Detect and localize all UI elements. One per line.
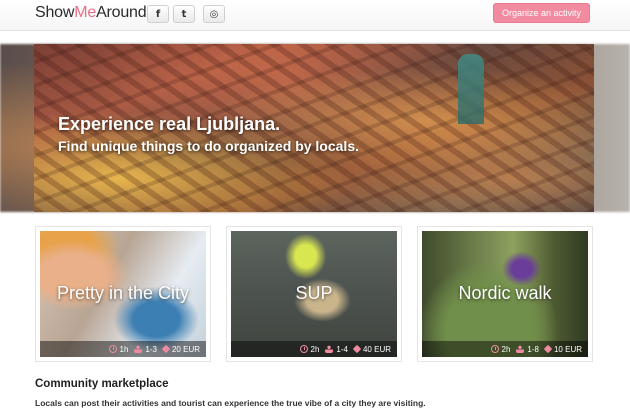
marketplace-title: Community marketplace xyxy=(35,378,169,390)
group-size-value: 1-3 xyxy=(145,344,157,354)
group-size-value: 1-4 xyxy=(336,344,348,354)
tag-icon xyxy=(352,344,362,354)
instagram-icon: ◎ xyxy=(209,8,219,20)
organize-activity-button[interactable]: Organize an activity xyxy=(493,3,590,23)
hero-banner: Experience real Ljubljana. Find unique t… xyxy=(34,44,594,212)
twitter-button[interactable]: t xyxy=(173,5,195,23)
activity-image: SUP 2h 1-4 40 EUR xyxy=(231,231,397,357)
hero-subtitle: Find unique things to do organized by lo… xyxy=(58,138,359,154)
hero-tower-shape xyxy=(458,54,484,124)
hero-title: Experience real Ljubljana. xyxy=(58,114,281,134)
logo-me: Me xyxy=(74,4,97,21)
logo-show: Show xyxy=(35,4,75,21)
duration: 1h xyxy=(108,344,129,354)
duration-value: 2h xyxy=(501,344,511,354)
duration-value: 1h xyxy=(119,344,129,354)
facebook-button[interactable]: f xyxy=(147,5,169,23)
activity-title: Pretty in the City xyxy=(56,283,190,303)
activity-image: Pretty in the City 1h 1-3 20 EUR xyxy=(40,231,206,357)
person-icon xyxy=(516,345,525,353)
activity-meta: 2h 1-8 10 EUR xyxy=(422,341,588,357)
group-size: 1-3 xyxy=(134,345,157,354)
activity-meta: 1h 1-3 20 EUR xyxy=(40,341,206,357)
duration: 2h xyxy=(490,344,511,354)
price: 20 EUR xyxy=(161,344,200,354)
group-size: 1-8 xyxy=(516,345,539,354)
clock-icon xyxy=(490,345,499,353)
marketplace-description: Locals can post their activities and tou… xyxy=(35,398,426,408)
price: 40 EUR xyxy=(352,344,391,354)
clock-icon xyxy=(108,345,117,353)
activity-card[interactable]: Pretty in the City 1h 1-3 20 EUR xyxy=(35,226,211,362)
tag-icon xyxy=(161,344,171,354)
top-navbar: ShowMeAround f t ◎ Organize an activity xyxy=(0,0,630,31)
group-size: 1-4 xyxy=(325,345,348,354)
duration-value: 2h xyxy=(310,344,320,354)
person-icon xyxy=(134,345,143,353)
price-value: 10 EUR xyxy=(553,344,582,354)
twitter-icon: t xyxy=(181,8,187,20)
logo-around: Around xyxy=(96,4,147,21)
person-icon xyxy=(325,345,334,353)
price: 10 EUR xyxy=(543,344,582,354)
activity-image: Nordic walk 2h 1-8 10 EUR xyxy=(422,231,588,357)
activity-title: SUP xyxy=(295,283,333,303)
activity-card[interactable]: Nordic walk 2h 1-8 10 EUR xyxy=(417,226,593,362)
price-value: 40 EUR xyxy=(362,344,391,354)
duration: 2h xyxy=(299,344,320,354)
tag-icon xyxy=(543,344,553,354)
facebook-icon: f xyxy=(155,8,161,20)
activity-title: Nordic walk xyxy=(458,283,552,303)
activity-meta: 2h 1-4 40 EUR xyxy=(231,341,397,357)
logo[interactable]: ShowMeAround xyxy=(35,4,147,22)
instagram-button[interactable]: ◎ xyxy=(203,5,225,23)
price-value: 20 EUR xyxy=(171,344,200,354)
activity-card[interactable]: SUP 2h 1-4 40 EUR xyxy=(226,226,402,362)
group-size-value: 1-8 xyxy=(527,344,539,354)
clock-icon xyxy=(299,345,308,353)
